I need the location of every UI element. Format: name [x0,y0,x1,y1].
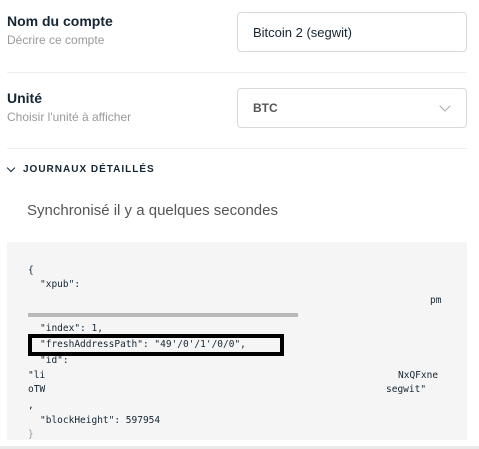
log-line: "id": [40,355,69,366]
log-output[interactable]: { "xpub": pm "index": 1, "freshAddressPa… [7,242,467,440]
detailed-logs-label: JOURNAUX DÉTAILLÉS [23,164,155,175]
log-line: "xpub": [40,279,81,290]
log-line: NxQFxne [398,370,439,381]
detailed-logs-toggle[interactable]: JOURNAUX DÉTAILLÉS [6,163,155,175]
log-line: segwit" [386,384,427,395]
chevron-down-icon [6,163,16,173]
unit-description: Choisir l'unité à afficher [7,110,132,124]
chevron-down-icon [439,100,451,112]
log-line: , [28,400,34,411]
sync-status: Synchronisé il y a quelques secondes [27,202,278,219]
unit-select[interactable]: BTC [237,88,467,128]
unit-row: Unité Choisir l'unité à afficher [7,90,131,124]
log-line: "blockHeight": 597954 [40,415,161,426]
log-line: } [28,429,34,440]
account-name-input[interactable]: Bitcoin 2 (segwit) [237,12,467,52]
log-line: { [28,265,34,276]
unit-title: Unité [7,90,42,106]
log-line: oTW [28,384,46,395]
log-line: "li [28,370,46,381]
divider [7,72,467,73]
log-line: "freshAddressPath": "49'/0'/1'/0/0", [40,339,246,350]
divider [7,148,467,149]
account-name-row: Nom du compte Décrire ce compte [7,13,113,47]
account-name-title: Nom du compte [7,13,113,29]
unit-selected-value: BTC [253,101,278,115]
log-line: pm [430,295,442,306]
obscured-text [28,313,298,317]
account-name-description: Décrire ce compte [7,33,105,47]
